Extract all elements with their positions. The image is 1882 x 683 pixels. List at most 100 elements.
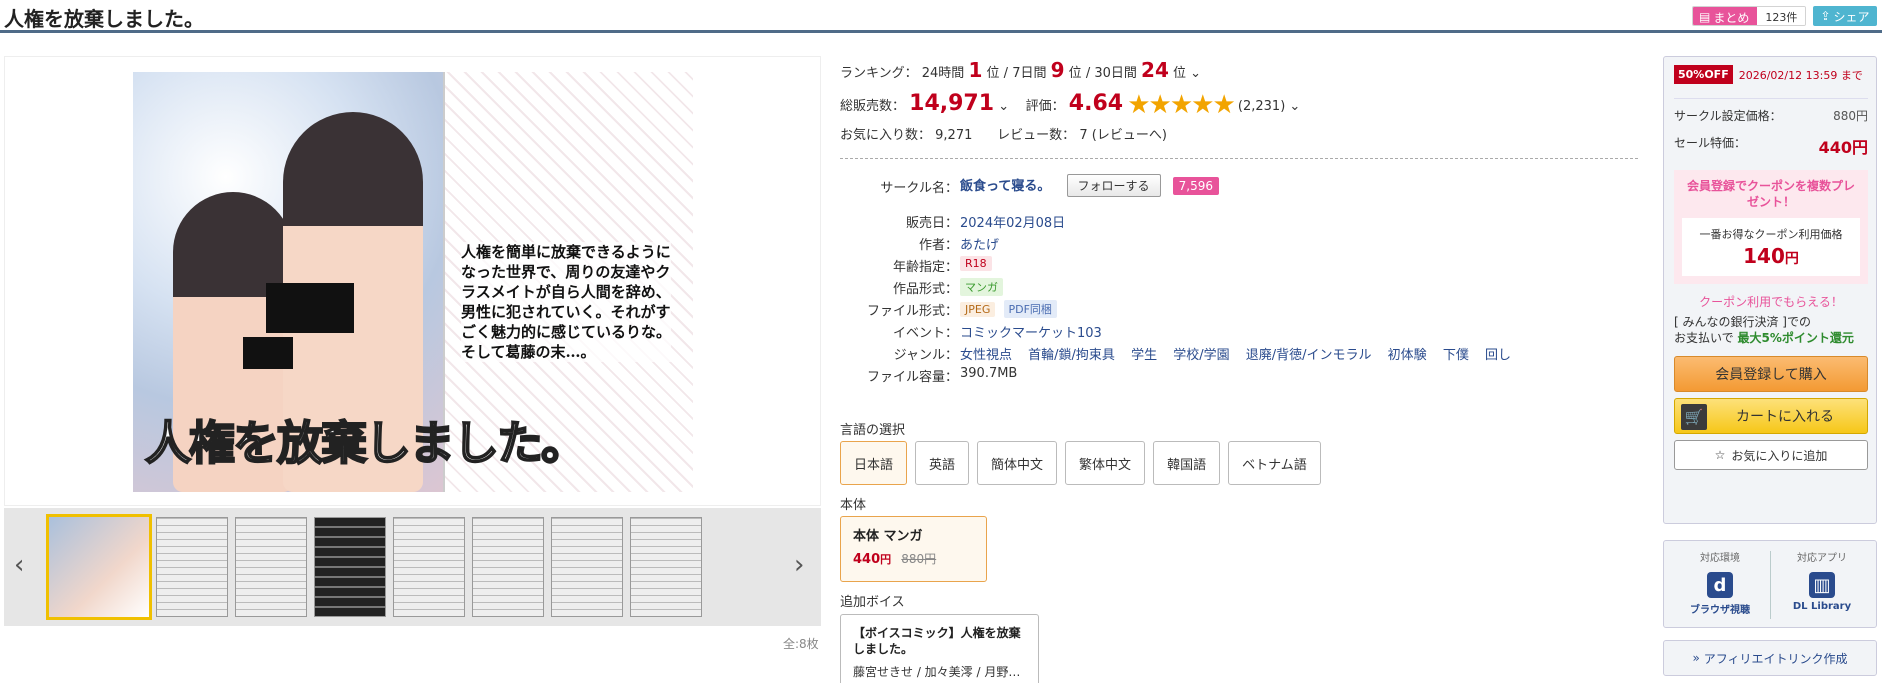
language-option[interactable]: 簡体中文 — [977, 441, 1058, 485]
circle-name-link[interactable]: 飯食って寝る。 — [960, 179, 1050, 194]
genre-link[interactable]: 初体験 — [1388, 348, 1427, 363]
genre-link[interactable]: 女性視点 — [960, 348, 1012, 363]
add-to-cart-label: カートに入れる — [1736, 409, 1834, 425]
cart-icon: 🛒 — [1681, 404, 1707, 430]
sale-row: 50%OFF 2026/02/12 13:59 まで — [1674, 65, 1868, 84]
voice-title: 【ボイスコミック】人権を放棄しました。 — [853, 626, 1021, 656]
thumbnail[interactable] — [46, 514, 152, 620]
honbun-option[interactable]: 本体 マンガ 440円 880円 — [840, 516, 987, 582]
language-options: 日本語 英語 簡体中文 繁体中文 韓国語 ベトナム語 — [840, 441, 1321, 485]
thumbnail[interactable] — [472, 517, 544, 617]
star-rating-icon: ★★★★★ — [1127, 90, 1236, 120]
ranking-7d-value: 9 — [1050, 58, 1065, 82]
honbun-old-price: 880円 — [901, 552, 937, 566]
point-info: クーポン利用でもらえる！ [ みんなの銀行決済 ]での お支払いで 最大5%ポイ… — [1674, 294, 1868, 346]
cover-image[interactable]: 人権を簡単に放棄できるようになった世界で、周りの友達やクラスメイトが自ら人間を辞… — [133, 72, 693, 492]
language-option[interactable]: 英語 — [915, 441, 970, 485]
fav-count-value: 9,271 — [935, 128, 973, 143]
spec-release: 販売日： 2024年02月08日 — [840, 212, 1640, 232]
genre-link[interactable]: 退廃/背徳/インモラル — [1246, 348, 1372, 363]
thumbnail[interactable] — [156, 517, 228, 617]
coupon-yen: 円 — [1784, 251, 1799, 267]
age-tag[interactable]: R18 — [960, 256, 992, 271]
author-link[interactable]: あたげ — [960, 234, 999, 253]
type-tag[interactable]: マンガ — [960, 278, 1003, 296]
rating-chevron-down-icon[interactable]: ⌄ — [1289, 99, 1300, 114]
honbun-label: 本体 — [840, 498, 867, 513]
review-count-label: レビュー数： — [997, 128, 1076, 143]
register-buy-button[interactable]: 会員登録して購入 — [1674, 356, 1868, 392]
matome-label: まとめ — [1713, 10, 1750, 25]
voice-cast: 藤宮せきせ / 加々美澪 / 月野… — [853, 665, 1021, 679]
thumbnail[interactable] — [630, 517, 702, 617]
env-name: ブラウザ視聴 — [1690, 605, 1750, 616]
double-chevron-icon: » — [1692, 651, 1704, 665]
cover-blurb: 人権を簡単に放棄できるようになった世界で、周りの友達やクラスメイトが自ら人間を辞… — [461, 242, 672, 362]
share-label: シェア — [1833, 9, 1870, 24]
ranking-unit: 位 — [1173, 66, 1187, 81]
coupon-box[interactable]: 会員登録でクーポンを複数プレゼント！ 一番お得なクーポン利用価格 140円 — [1674, 170, 1868, 284]
list-price: 880円 — [1833, 109, 1868, 123]
sales-chevron-down-icon[interactable]: ⌄ — [998, 99, 1009, 114]
matome-label-wrap[interactable]: ▤ まとめ — [1693, 7, 1758, 25]
divider — [1770, 551, 1771, 619]
app-label: 対応アプリ — [1797, 553, 1847, 564]
voice-option[interactable]: 【ボイスコミック】人権を放棄しました。 藤宮せきせ / 加々美澪 / 月野… — [840, 614, 1039, 683]
ranking-chevron-down-icon[interactable]: ⌄ — [1190, 66, 1201, 81]
share-icon: ⇪ — [1820, 9, 1831, 23]
purchase-panel: 50%OFF 2026/02/12 13:59 まで サークル設定価格： 880… — [1663, 56, 1877, 524]
language-option[interactable]: 日本語 — [840, 441, 908, 485]
thumbnail[interactable] — [314, 517, 386, 617]
genre-link[interactable]: 下僕 — [1443, 348, 1469, 363]
genre-list: 女性視点 首輪/鎖/拘束具 学生 学校/学園 退廃/背徳/インモラル 初体験 下… — [960, 344, 1523, 363]
add-to-cart-button[interactable]: 🛒 カートに入れる — [1674, 398, 1868, 434]
star-outline-icon: ☆ — [1714, 448, 1726, 462]
add-favorite-label: お気に入りに追加 — [1731, 448, 1828, 463]
sale-price-row: セール特価： 440円 — [1674, 134, 1868, 158]
event-link[interactable]: コミックマーケット103 — [960, 322, 1102, 341]
release-date-link[interactable]: 2024年02月08日 — [960, 212, 1065, 231]
spec-circle: サークル名： 飯食って寝る。 フォローする 7,596 — [840, 174, 1640, 200]
env-label: 対応環境 — [1700, 553, 1740, 564]
genre-link[interactable]: 回し — [1485, 348, 1511, 363]
genre-link[interactable]: 首輪/鎖/拘束具 — [1028, 348, 1115, 363]
language-option[interactable]: ベトナム語 — [1228, 441, 1321, 485]
cover-title: 人権を放棄しました。 — [144, 415, 588, 471]
author-label: 作者： — [918, 238, 958, 253]
ranking-unit: 位 — [986, 66, 1000, 81]
spec-author: 作者： あたげ — [840, 234, 1640, 254]
genre-link[interactable]: 学校/学園 — [1173, 348, 1229, 363]
file-tag[interactable]: PDF同梱 — [1003, 300, 1057, 318]
thumbnail[interactable] — [235, 517, 307, 617]
next-arrow-icon[interactable]: › — [794, 550, 804, 580]
main-image-area[interactable]: 人権を簡単に放棄できるようになった世界で、周りの友達やクラスメイトが自ら人間を辞… — [4, 56, 821, 506]
language-option[interactable]: 繁体中文 — [1065, 441, 1146, 485]
review-link[interactable]: (レビューへ) — [1092, 128, 1167, 143]
ranking-7d-label: 7日間 — [1012, 66, 1047, 81]
fav-count-label: お気に入り数： — [840, 128, 932, 143]
rating-value: 4.64 — [1068, 91, 1124, 116]
affiliate-link-button[interactable]: » アフィリエイトリンク作成 — [1663, 640, 1877, 676]
matome-icon: ▤ — [1699, 10, 1711, 24]
follow-button[interactable]: フォローする — [1066, 174, 1161, 197]
matome-button[interactable]: ▤ まとめ 123件 — [1692, 6, 1807, 26]
point-line1[interactable]: [ みんなの銀行決済 ]での — [1674, 314, 1868, 330]
genre-link[interactable]: 学生 — [1131, 348, 1157, 363]
share-button[interactable]: ⇪ シェア — [1813, 6, 1877, 26]
image-total: 全:8枚 — [783, 637, 819, 651]
thumbnail[interactable] — [551, 517, 623, 617]
ranking-30d-value: 24 — [1141, 58, 1169, 82]
thumbnail[interactable] — [393, 517, 465, 617]
file-tag[interactable]: JPEG — [960, 302, 996, 317]
sale-until: 2026/02/12 13:59 まで — [1738, 68, 1863, 82]
coupon-price: 140 — [1743, 244, 1785, 268]
circle-label: サークル名： — [880, 181, 958, 196]
coupon-price-box: 一番お得なクーポン利用価格 140円 — [1682, 218, 1860, 276]
spec-genre: ジャンル： 女性視点 首輪/鎖/拘束具 学生 学校/学園 退廃/背徳/インモラル… — [840, 344, 1640, 364]
add-favorite-button[interactable]: ☆ お気に入りに追加 — [1674, 440, 1868, 470]
sales-value: 14,971 — [909, 91, 995, 116]
size-value: 390.7MB — [960, 366, 1018, 381]
language-option[interactable]: 韓国語 — [1153, 441, 1221, 485]
spec-type: 作品形式： マンガ — [840, 278, 1640, 298]
prev-arrow-icon[interactable]: ‹ — [14, 550, 24, 580]
